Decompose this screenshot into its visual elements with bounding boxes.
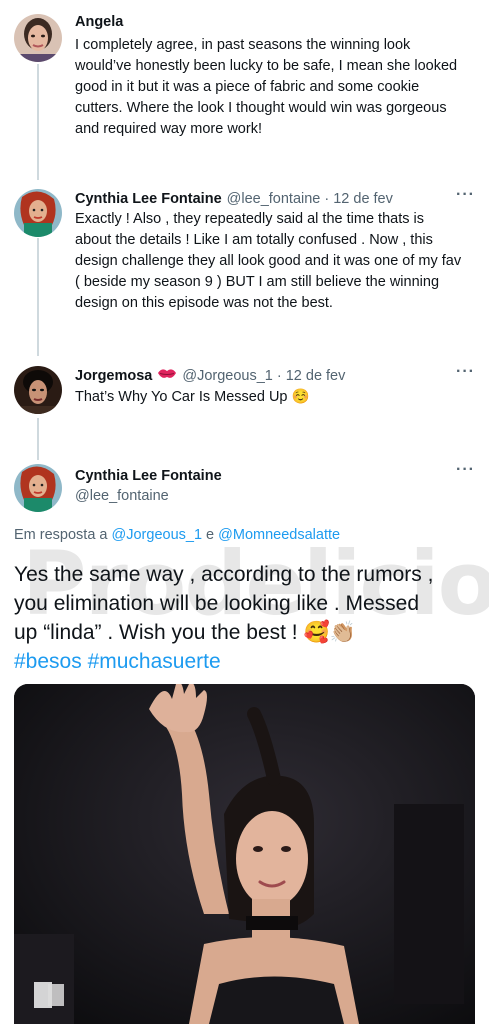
- tweet-date[interactable]: 12 de fev: [333, 191, 393, 207]
- avatar[interactable]: [14, 14, 62, 62]
- more-options-icon[interactable]: ···: [456, 461, 475, 479]
- kiss-mark-icon: [157, 367, 177, 385]
- text-line: cutters. Where the look I thought would …: [75, 100, 447, 116]
- display-name[interactable]: Cynthia Lee Fontaine: [75, 468, 222, 484]
- display-name[interactable]: Angela: [75, 14, 123, 30]
- user-handle[interactable]: @lee_fontaine: [75, 488, 169, 504]
- user-handle[interactable]: @lee_fontaine: [227, 191, 321, 207]
- media-photo: [14, 684, 475, 1024]
- text-line: design challenge they all look good and …: [75, 253, 462, 269]
- tweet[interactable]: Jorgemosa @Jorgeous_1 · 12 de fev ··· Th…: [0, 363, 489, 426]
- text-line: good in it but it was a piece of fabric …: [75, 79, 420, 95]
- tweet-date[interactable]: 12 de fev: [286, 368, 346, 384]
- text-line: I completely agree, in past seasons the …: [75, 37, 411, 53]
- tweet-header: Cynthia Lee Fontaine @lee_fontaine · 12 …: [75, 189, 475, 209]
- tweet-text: That’s Why Yo Car Is Messed Up ☺️: [75, 387, 477, 408]
- tweet-media-image[interactable]: [14, 684, 475, 1024]
- tweet-header: Cynthia Lee Fontaine: [75, 466, 475, 486]
- separator-dot: ·: [324, 191, 330, 207]
- tweet[interactable]: Angela I completely agree, in past seaso…: [0, 12, 489, 142]
- avatar[interactable]: [14, 366, 62, 414]
- tweet-text: Exactly ! Also , they repeatedly said al…: [75, 209, 477, 314]
- text-line: and required way more work!: [75, 121, 262, 137]
- text-line: would’ve honestly been lucky to be safe,…: [75, 58, 458, 74]
- display-name[interactable]: Cynthia Lee Fontaine: [75, 191, 222, 207]
- hashtag-row: #besos #muchasuerte: [14, 647, 484, 676]
- separator-dot: ·: [276, 368, 282, 384]
- text-line: That’s Why Yo Car Is Messed Up ☺️: [75, 389, 310, 405]
- avatar[interactable]: [14, 189, 62, 237]
- text-line: about the details ! Like I am totally co…: [75, 232, 433, 248]
- text-line: ( beside my season 9 ) BUT I am still be…: [75, 274, 440, 290]
- more-options-icon[interactable]: ···: [456, 363, 475, 381]
- main-tweet-text: Yes the same way , according to the rumo…: [14, 560, 484, 676]
- avatar[interactable]: [14, 464, 62, 512]
- tweet-text: I completely agree, in past seasons the …: [75, 35, 477, 140]
- display-name[interactable]: Jorgemosa: [75, 368, 152, 384]
- tweet-header: Angela: [75, 12, 475, 32]
- user-handle[interactable]: @Jorgeous_1: [182, 368, 273, 384]
- text-line: Exactly ! Also , they repeatedly said al…: [75, 211, 424, 227]
- more-options-icon[interactable]: ···: [456, 186, 475, 204]
- main-tweet[interactable]: Cynthia Lee Fontaine @lee_fontaine ···: [0, 461, 489, 524]
- text-line: design on this episode was not the best.: [75, 295, 333, 311]
- tweet-header: Jorgemosa @Jorgeous_1 · 12 de fev: [75, 366, 475, 386]
- tweet[interactable]: Cynthia Lee Fontaine @lee_fontaine · 12 …: [0, 186, 489, 319]
- hashtag-link[interactable]: #besos: [14, 650, 82, 673]
- text-line: Yes the same way , according to the rumo…: [14, 563, 434, 586]
- handle-row: @lee_fontaine: [75, 486, 475, 506]
- hashtag-link[interactable]: #muchasuerte: [88, 650, 221, 673]
- text-line: you elimination will be looking like . M…: [14, 592, 420, 615]
- text-line: up “linda” . Wish you the best ! 🥰👏🏼: [14, 621, 356, 644]
